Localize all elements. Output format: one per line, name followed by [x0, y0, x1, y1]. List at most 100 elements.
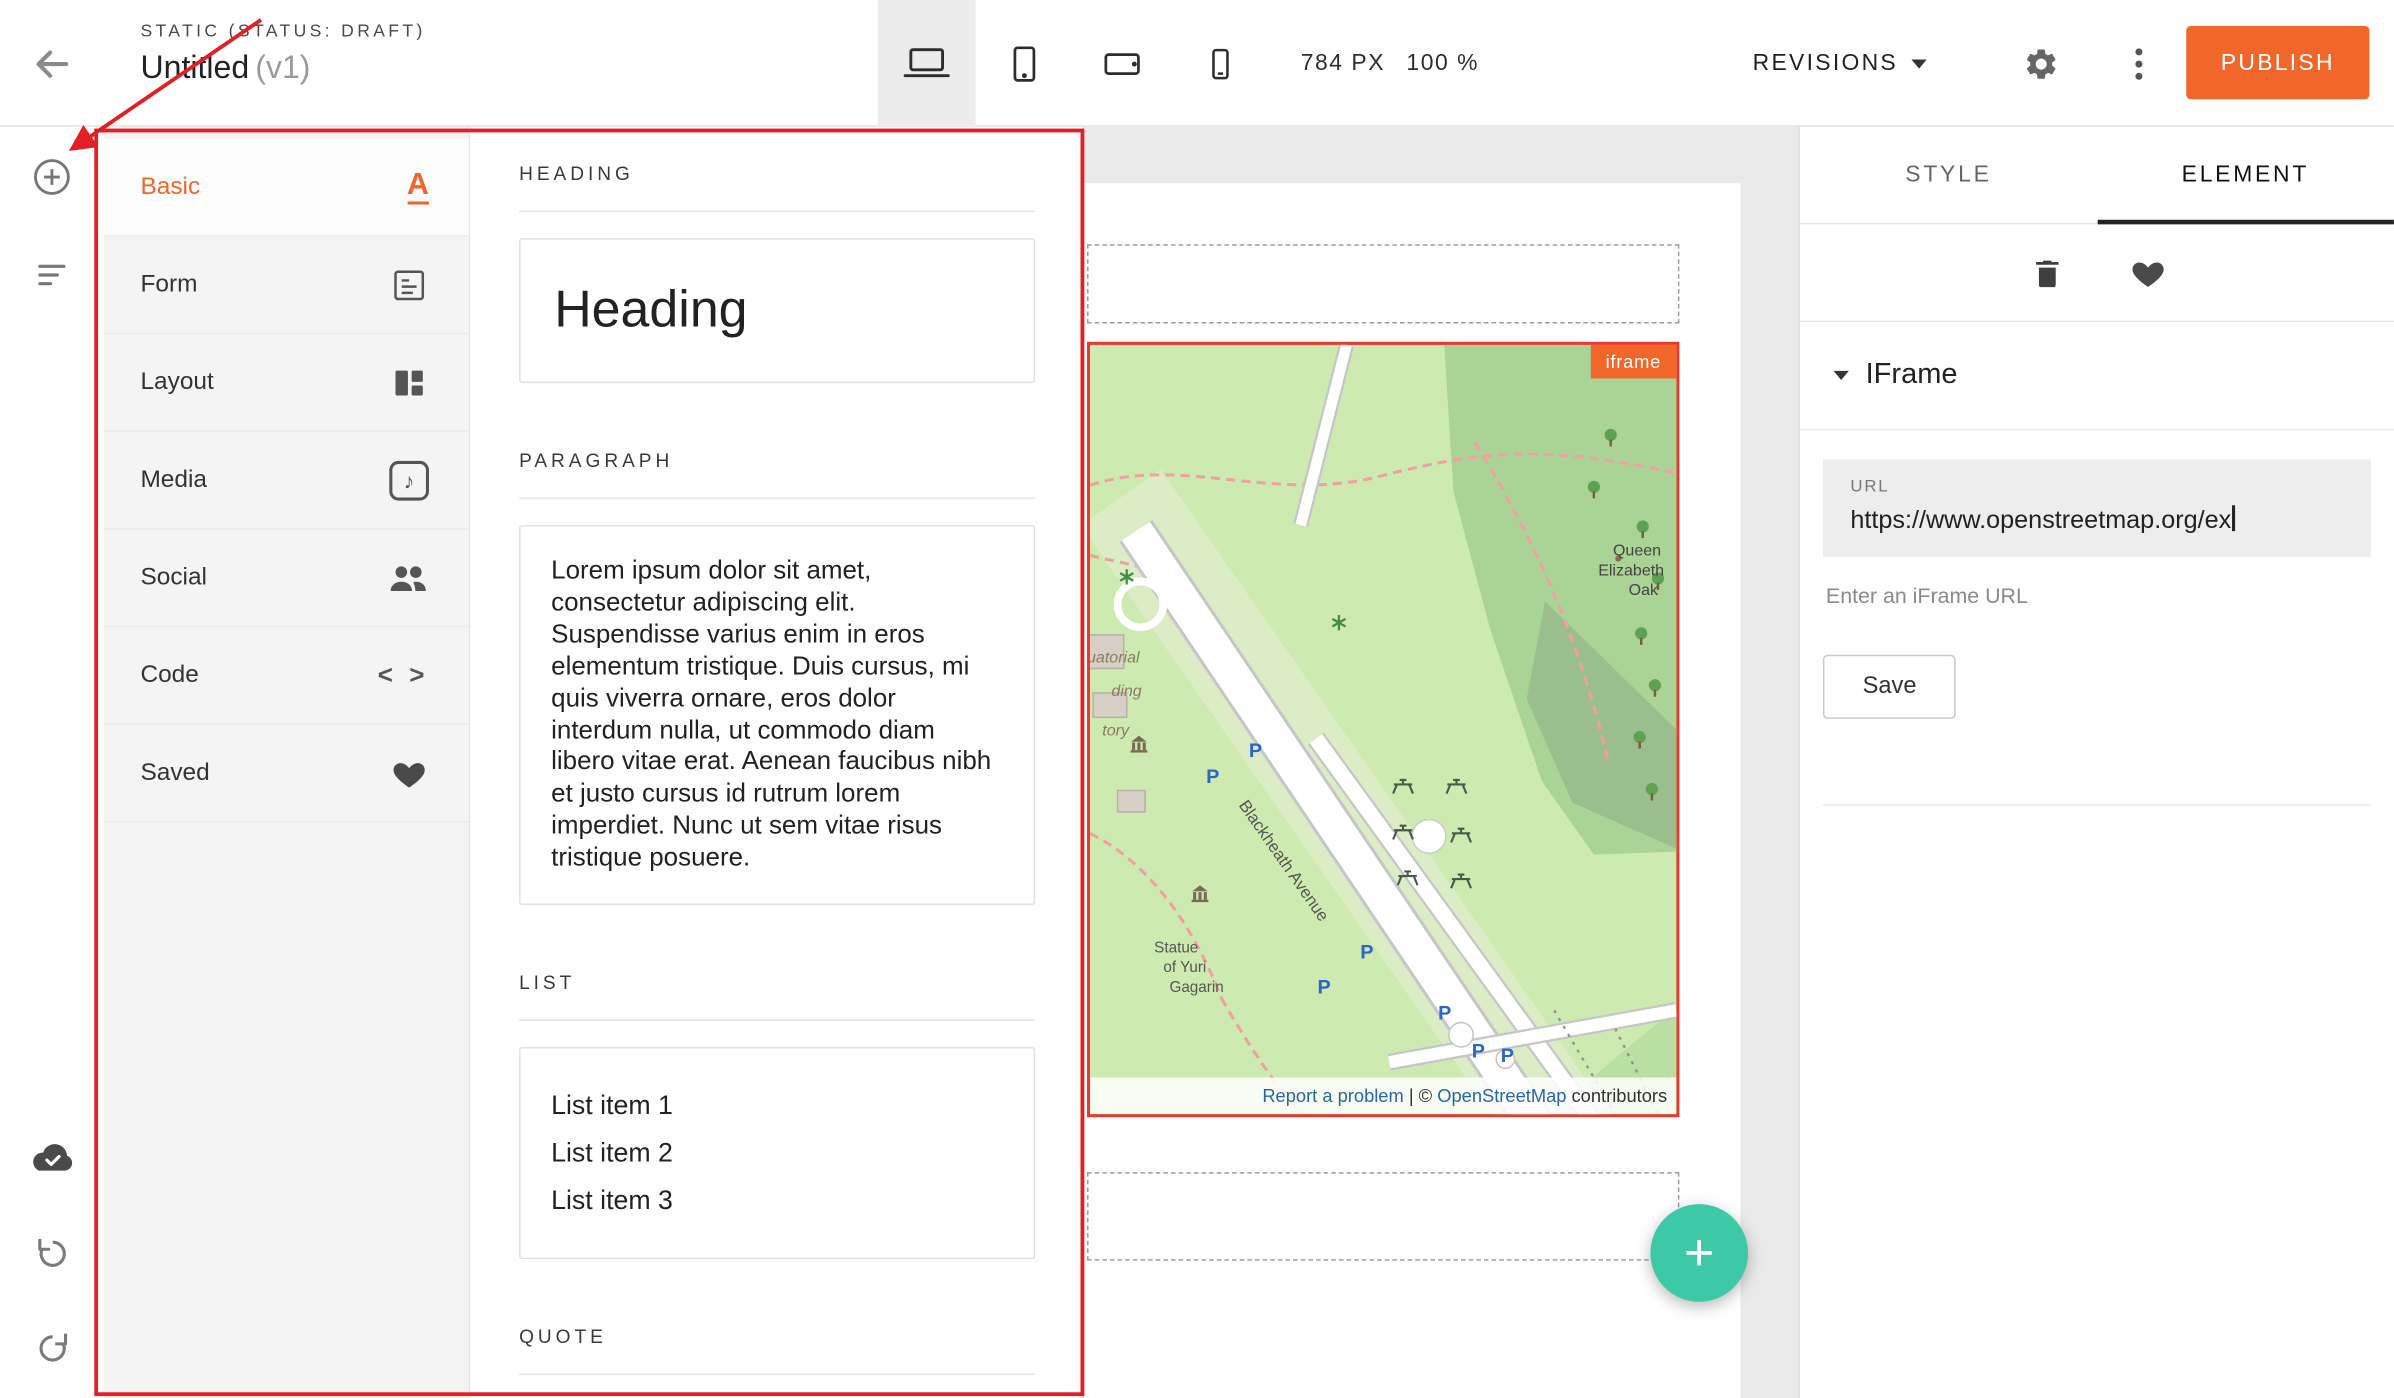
heart-icon	[2127, 254, 2167, 291]
report-problem-link[interactable]: Report a problem	[1262, 1085, 1403, 1106]
element-categories-sidebar: Basic A Form Layout Media ♪ Social Code	[104, 127, 470, 1398]
revisions-dropdown[interactable]: REVISIONS	[1753, 0, 1927, 127]
map-label-oak: Queen	[1613, 542, 1661, 560]
iframe-element-selected[interactable]: iframe	[1087, 342, 1679, 1117]
layers-lines-icon	[31, 250, 74, 293]
sidebar-item-basic[interactable]: Basic A	[104, 139, 469, 237]
section-label: QUOTE	[519, 1326, 1035, 1375]
document-name: Untitled	[140, 50, 249, 85]
map-attribution: Report a problem | © OpenStreetMap contr…	[1262, 1085, 1667, 1106]
revisions-label: REVISIONS	[1753, 50, 1898, 76]
heart-icon	[389, 755, 429, 792]
sidebar-item-form[interactable]: Form	[104, 237, 469, 335]
cloud-check-icon	[27, 1140, 76, 1177]
sidebar-item-layout[interactable]: Layout	[104, 334, 469, 432]
saved-to-cloud-indicator	[26, 1132, 78, 1184]
map-parking-marker: P	[1360, 941, 1373, 963]
zoom-level-value: 100 %	[1406, 50, 1479, 76]
osm-link[interactable]: OpenStreetMap	[1437, 1085, 1566, 1106]
map-parking-marker: P	[1501, 1045, 1514, 1067]
tablet-landscape-icon	[1098, 40, 1147, 86]
map-parking-marker: P	[1249, 740, 1262, 762]
map-parking-marker: P	[1438, 1003, 1451, 1025]
section-label: HEADING	[519, 163, 1035, 212]
save-element-button[interactable]	[2126, 251, 2169, 294]
sidebar-item-media[interactable]: Media ♪	[104, 432, 469, 530]
list-item: List item 2	[551, 1129, 1003, 1176]
list-element-card[interactable]: List item 1 List item 2 List item 3	[519, 1047, 1035, 1259]
undo-button[interactable]	[26, 1227, 78, 1279]
inspector-tabs: STYLE ELEMENT	[1800, 127, 2394, 225]
layers-button[interactable]	[26, 246, 78, 298]
save-url-button[interactable]: Save	[1823, 655, 1956, 719]
map-label-statue: of Yuri	[1163, 959, 1206, 976]
tab-element[interactable]: ELEMENT	[2097, 127, 2394, 223]
list-item: List item 3	[551, 1177, 1003, 1224]
status-label: STATIC (STATUS: DRAFT)	[140, 23, 425, 41]
document-version: (v1)	[255, 50, 310, 85]
url-input[interactable]: URL https://www.openstreetmap.org/ex	[1823, 459, 2371, 557]
map-label-partial: uatorial	[1090, 648, 1140, 666]
form-icon	[389, 265, 429, 305]
back-button[interactable]	[24, 40, 79, 89]
empty-block-placeholder-bottom[interactable]	[1087, 1172, 1679, 1261]
page-title: Untitled(v1)	[140, 50, 425, 87]
delete-element-button[interactable]	[2025, 251, 2068, 294]
category-label: Form	[140, 271, 197, 298]
section-quote: QUOTE Block Quote	[519, 1326, 1035, 1398]
category-label: Basic	[140, 173, 200, 200]
tab-style[interactable]: STYLE	[1800, 127, 2097, 223]
map-label-oak: Oak	[1629, 581, 1659, 599]
text-cursor	[2233, 505, 2235, 531]
elements-library-panel: HEADING Heading PARAGRAPH Lorem ipsum do…	[470, 127, 1084, 1398]
chevron-down-icon	[1834, 371, 1849, 380]
settings-button[interactable]	[2018, 41, 2064, 87]
iframe-settings-header[interactable]: IFrame	[1800, 322, 2394, 430]
phone-icon	[1197, 40, 1243, 86]
sidebar-item-social[interactable]: Social	[104, 530, 469, 628]
section-heading: HEADING Heading	[519, 163, 1035, 383]
map-label-partial: ding	[1111, 682, 1141, 700]
device-preview-group	[878, 0, 1269, 127]
map-graphics: P P P P P P P uatorial	[1090, 345, 1676, 1114]
desktop-icon	[901, 40, 953, 86]
redo-icon	[31, 1327, 72, 1368]
category-label: Media	[140, 466, 207, 493]
device-tablet-landscape-button[interactable]	[1073, 0, 1171, 127]
settings-section-title: IFrame	[1866, 359, 1958, 393]
element-actions-row	[1800, 224, 2394, 322]
map-label-partial: tory	[1102, 722, 1130, 740]
publish-button[interactable]: PUBLISH	[2186, 26, 2369, 99]
add-block-fab[interactable]: +	[1650, 1204, 1748, 1302]
map-label-statue: Gagarin	[1169, 979, 1223, 996]
heading-element-card[interactable]: Heading	[519, 238, 1035, 383]
page-builder-app: STATIC (STATUS: DRAFT) Untitled(v1) 784 …	[0, 0, 2394, 1398]
more-options-button[interactable]	[2119, 41, 2159, 87]
section-label: PARAGRAPH	[519, 450, 1035, 499]
device-desktop-button[interactable]	[878, 0, 976, 127]
sidebar-item-saved[interactable]: Saved	[104, 725, 469, 823]
section-paragraph: PARAGRAPH Lorem ipsum dolor sit amet, co…	[519, 450, 1035, 905]
topbar: STATIC (STATUS: DRAFT) Untitled(v1) 784 …	[0, 0, 2394, 127]
paragraph-element-card[interactable]: Lorem ipsum dolor sit amet, consectetur …	[519, 525, 1035, 905]
editor-canvas[interactable]: iframe	[1084, 127, 1798, 1398]
left-toolbar-rail	[0, 127, 104, 1398]
page-artboard: iframe	[1084, 183, 1740, 1398]
viewport-width-value: 784 PX	[1301, 50, 1385, 76]
device-tablet-button[interactable]	[976, 0, 1074, 127]
inspector-panel: STYLE ELEMENT IFrame URL https://www.ope…	[1798, 127, 2393, 1398]
openstreetmap-embed: P P P P P P P uatorial	[1090, 345, 1676, 1114]
main-area: Basic A Form Layout Media ♪ Social Code	[0, 127, 2394, 1398]
url-input-value: https://www.openstreetmap.org/ex	[1850, 505, 2343, 536]
document-title-block: STATIC (STATUS: DRAFT) Untitled(v1)	[140, 23, 425, 87]
people-icon	[386, 558, 429, 598]
url-input-label: URL	[1850, 478, 2343, 496]
sidebar-item-code[interactable]: Code < >	[104, 627, 469, 725]
add-element-button[interactable]	[26, 151, 78, 203]
plus-circle-icon	[29, 154, 75, 200]
empty-block-placeholder-top[interactable]	[1087, 244, 1679, 323]
kebab-menu-icon	[2134, 46, 2143, 83]
map-parking-marker: P	[1206, 766, 1219, 788]
redo-button[interactable]	[26, 1322, 78, 1374]
device-phone-button[interactable]	[1171, 0, 1269, 127]
